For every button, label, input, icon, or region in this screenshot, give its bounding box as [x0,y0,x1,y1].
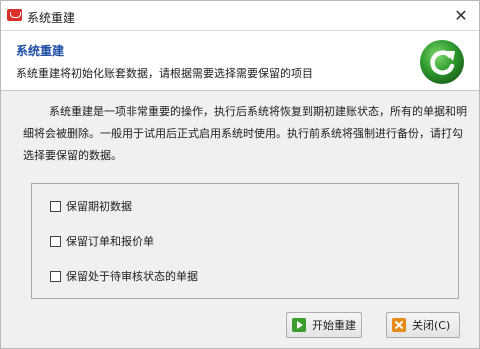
checkbox-keep-pending-docs[interactable] [50,270,61,282]
title-bar: 系统重建 ✕ [1,1,479,31]
option-label: 保留期初数据 [66,200,132,213]
option-keep-orders-quotes[interactable]: 保留订单和报价单 [50,233,154,249]
option-keep-pending-docs[interactable]: 保留处于待审核状态的单据 [50,268,198,284]
refresh-icon [420,40,464,84]
option-label: 保留处于待审核状态的单据 [66,270,198,283]
banner-subtitle: 系统重建将初始化账套数据，请根据需要选择需要保留的项目 [16,67,313,80]
close-label: 关闭(C) [412,319,451,332]
checkbox-keep-opening-data[interactable] [50,200,61,212]
close-button[interactable]: 关闭(C) [386,312,460,338]
app-logo-icon [7,9,22,21]
retain-options-group: 保留期初数据 保留订单和报价单 保留处于待审核状态的单据 [31,183,459,299]
checkbox-keep-orders-quotes[interactable] [50,235,61,247]
banner-title: 系统重建 [16,44,65,58]
header-banner: 系统重建 系统重建将初始化账套数据，请根据需要选择需要保留的项目 [1,31,479,91]
description-text: 系统重建是一项非常重要的操作，执行后系统将恢复到期初建账状态，所有的单据和明细将… [23,105,467,162]
option-keep-opening-data[interactable]: 保留期初数据 [50,198,132,214]
play-icon [292,318,306,332]
close-icon [392,318,406,332]
start-rebuild-label: 开始重建 [312,319,356,332]
window-close-button[interactable]: ✕ [451,6,471,26]
system-rebuild-dialog: 系统重建 ✕ 系统重建 系统重建将初始化账套数据，请根据需要选择需要保留的项目 … [0,0,480,349]
window-title: 系统重建 [27,11,76,25]
start-rebuild-button[interactable]: 开始重建 [286,312,362,338]
option-label: 保留订单和报价单 [66,235,154,248]
